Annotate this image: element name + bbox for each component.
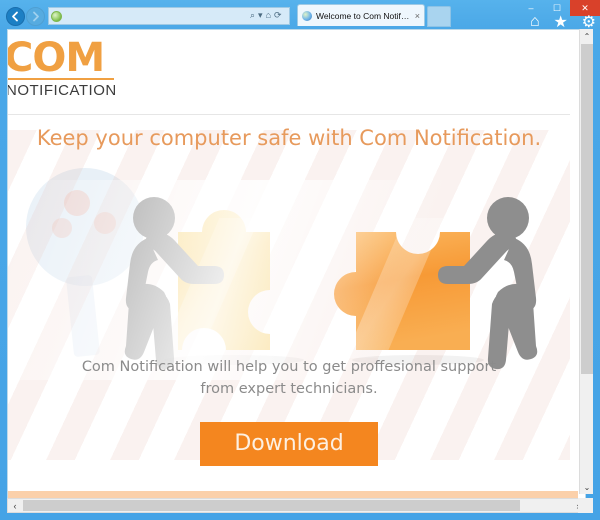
tab-title: Welcome to Com Notification	[316, 10, 411, 21]
browser-tab[interactable]: Welcome to Com Notification ×	[297, 4, 425, 26]
scrollbar-corner	[578, 498, 593, 513]
page-bottom-band	[8, 491, 578, 498]
tab-close-icon[interactable]: ×	[415, 11, 420, 21]
horizontal-scroll-thumb[interactable]	[23, 500, 520, 511]
logo-primary-text: COM	[8, 35, 105, 81]
back-arrow-icon	[12, 11, 18, 22]
logo-secondary-text: NOTIFICATION	[8, 82, 117, 99]
site-logo[interactable]: COM NOTIFICATION	[8, 35, 117, 99]
home-icon[interactable]: ⌂	[530, 13, 540, 31]
scroll-left-icon[interactable]: ‹	[8, 499, 22, 512]
hero-illustration	[8, 170, 570, 370]
compatibility-icon[interactable]: ⌂	[266, 10, 271, 20]
page-body-text: Com Notification will help you to get pr…	[81, 359, 497, 397]
scroll-up-icon[interactable]: ⌃	[580, 29, 594, 43]
tab-favicon-icon	[302, 10, 312, 21]
download-button-container: Download	[8, 422, 570, 466]
puzzle-graphic-svg	[124, 197, 538, 370]
search-icon[interactable]: ⌕	[250, 10, 255, 20]
address-bar-icons: ⌕ ▾ ⌂ ⟳	[250, 8, 290, 22]
command-bar: ⌂ ★ ⚙	[530, 13, 596, 31]
minimize-icon: –	[528, 2, 534, 13]
site-header: COM NOTIFICATION	[8, 30, 570, 115]
forward-button[interactable]	[26, 7, 45, 26]
back-button[interactable]	[6, 7, 25, 26]
page-viewport: COM NOTIFICATION Keep your computer safe…	[7, 29, 586, 509]
page-favicon-icon	[51, 10, 62, 22]
forward-arrow-icon	[33, 11, 39, 22]
chevron-down-icon[interactable]: ▾	[258, 10, 263, 20]
right-puzzle-piece	[334, 218, 470, 358]
scroll-down-icon[interactable]: ⌄	[580, 480, 594, 494]
download-button[interactable]: Download	[200, 422, 378, 466]
vertical-scroll-thumb[interactable]	[581, 44, 593, 374]
horizontal-scrollbar[interactable]: ‹ ›	[7, 498, 586, 513]
browser-chrome: ⌕ ▾ ⌂ ⟳ Welcome to Com Notification × – …	[0, 0, 600, 31]
refresh-icon[interactable]: ⟳	[274, 10, 282, 20]
browser-window: ⌕ ▾ ⌂ ⟳ Welcome to Com Notification × – …	[0, 0, 600, 520]
new-tab-button[interactable]	[427, 6, 451, 27]
vertical-scrollbar[interactable]: ⌃ ⌄	[579, 29, 593, 494]
web-page: COM NOTIFICATION Keep your computer safe…	[8, 30, 570, 508]
page-headline: Keep your computer safe with Com Notific…	[36, 126, 542, 150]
